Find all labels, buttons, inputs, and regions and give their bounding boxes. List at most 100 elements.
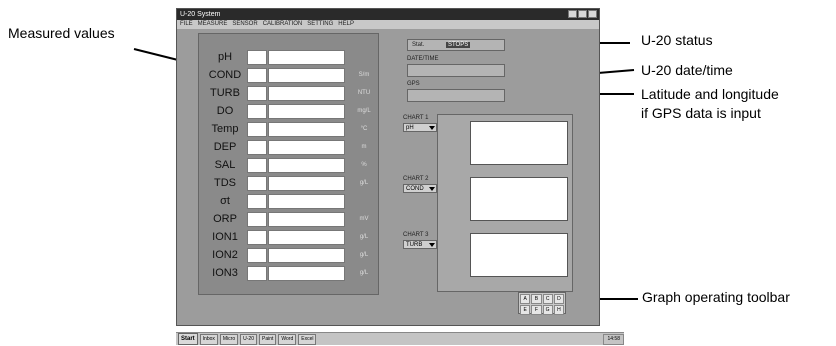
menu-file[interactable]: FILE — [180, 20, 193, 29]
taskbar-item[interactable]: Excel — [298, 333, 317, 345]
taskbar-item[interactable]: Micro — [219, 333, 239, 345]
start-button[interactable]: Start — [178, 333, 198, 345]
close-button[interactable] — [588, 10, 597, 18]
maximize-button[interactable] — [578, 10, 587, 18]
param-value-field — [268, 122, 345, 137]
chart-1-label: CHART 1 — [403, 115, 429, 121]
taskbar-item[interactable]: Word — [278, 333, 297, 345]
annotation-u20-datetime: U-20 date/time — [641, 62, 733, 78]
window-title: U-20 System — [180, 11, 221, 18]
toolbar-button[interactable]: A — [520, 294, 531, 304]
param-row-temp: Temp °C — [199, 120, 378, 138]
measured-values-panel: pH COND S/m TURB NTU DO mg/L Temp °C DEP… — [198, 33, 379, 295]
taskbar-item[interactable]: U-20 — [240, 333, 257, 345]
param-indicator — [247, 248, 267, 263]
annotation-gps-line2: if GPS data is input — [641, 105, 761, 121]
chart-2-select[interactable]: COND — [403, 184, 437, 193]
param-value-field — [268, 50, 345, 65]
taskbar-item[interactable]: Paint — [258, 333, 277, 345]
minimize-button[interactable] — [568, 10, 577, 18]
param-row-ion2: ION2 g/L — [199, 246, 378, 264]
toolbar-button[interactable]: G — [542, 305, 553, 315]
param-label: ORP — [213, 213, 237, 225]
chart-3-selected: TURB — [406, 242, 423, 248]
chart-1-select[interactable]: pH — [403, 123, 437, 132]
datetime-field — [407, 64, 505, 77]
param-row-orp: ORP mV — [199, 210, 378, 228]
param-label: COND — [208, 69, 242, 81]
param-row-dep: DEP m — [199, 138, 378, 156]
param-label: Temp — [211, 123, 239, 135]
param-unit: °C — [360, 126, 368, 132]
param-unit: g/L — [359, 252, 369, 258]
chart-3-select[interactable]: TURB — [403, 240, 437, 249]
toolbar-button[interactable]: H — [553, 305, 564, 315]
param-label: DO — [216, 105, 234, 117]
annotation-measured-values: Measured values — [8, 25, 115, 41]
param-row-sigma-t: σt — [199, 192, 378, 210]
param-unit: g/L — [359, 180, 369, 186]
param-value-field — [268, 176, 345, 191]
param-value-field — [268, 212, 345, 227]
param-label: TURB — [210, 87, 240, 99]
param-value-field — [268, 86, 345, 101]
menu-measure[interactable]: MEASURE — [198, 20, 228, 29]
menu-setting[interactable]: SETTING — [307, 20, 333, 29]
toolbar-button[interactable]: E — [520, 305, 531, 315]
param-unit: m — [361, 144, 367, 150]
param-row-tds: TDS g/L — [199, 174, 378, 192]
param-value-field — [268, 104, 345, 119]
param-unit — [349, 48, 379, 66]
param-row-ph: pH — [199, 48, 378, 66]
param-value-field — [268, 140, 345, 155]
menu-help[interactable]: HELP — [338, 20, 354, 29]
menu-calibration[interactable]: CALIBRATION — [263, 20, 303, 29]
param-unit — [349, 192, 379, 210]
taskbar: Start Inbox Micro U-20 Paint Word Excel … — [176, 332, 624, 345]
param-indicator — [247, 86, 267, 101]
gps-label: GPS — [407, 81, 420, 87]
param-value-field — [268, 158, 345, 173]
menu-bar: FILE MEASURE SENSOR CALIBRATION SETTING … — [177, 20, 599, 29]
chart-3-label: CHART 3 — [403, 232, 429, 238]
param-indicator — [247, 266, 267, 281]
param-label: TDS — [214, 177, 236, 189]
param-indicator — [247, 122, 267, 137]
param-value-field — [268, 248, 345, 263]
chart-2-graph — [470, 177, 568, 221]
chevron-down-icon — [429, 187, 435, 191]
param-unit: mg/L — [357, 108, 371, 114]
param-value-field — [268, 266, 345, 281]
chart-1-graph — [470, 121, 568, 165]
datetime-label: DATE/TIME — [407, 56, 439, 62]
toolbar-button[interactable]: C — [542, 294, 553, 304]
param-value-field — [268, 230, 345, 245]
menu-sensor[interactable]: SENSOR — [232, 20, 257, 29]
param-unit: mV — [359, 216, 369, 222]
chart-2-label: CHART 2 — [403, 176, 429, 182]
param-indicator — [247, 212, 267, 227]
app-window: U-20 System FILE MEASURE SENSOR CALIBRAT… — [176, 8, 600, 326]
toolbar-button[interactable]: D — [553, 294, 564, 304]
param-row-cond: COND S/m — [199, 66, 378, 84]
param-label: DEP — [213, 141, 237, 153]
param-label: ION1 — [212, 231, 238, 243]
graph-toolbar: A B C D E F G H — [518, 292, 566, 315]
param-unit: NTU — [357, 90, 371, 96]
param-unit: % — [361, 162, 367, 168]
param-indicator — [247, 50, 267, 65]
taskbar-item[interactable]: Inbox — [199, 333, 218, 345]
param-row-do: DO mg/L — [199, 102, 378, 120]
chevron-down-icon — [429, 126, 435, 130]
graph-frame — [437, 114, 573, 292]
title-bar: U-20 System — [177, 9, 599, 20]
status-label: Stat. — [412, 42, 425, 48]
param-value-field — [268, 68, 345, 83]
toolbar-button[interactable]: B — [531, 294, 542, 304]
param-indicator — [247, 68, 267, 83]
toolbar-button[interactable]: F — [531, 305, 542, 315]
annotation-gps-line1: Latitude and longitude — [641, 86, 779, 102]
param-row-ion3: ION3 g/L — [199, 264, 378, 282]
param-unit: S/m — [358, 72, 370, 78]
param-indicator — [247, 158, 267, 173]
